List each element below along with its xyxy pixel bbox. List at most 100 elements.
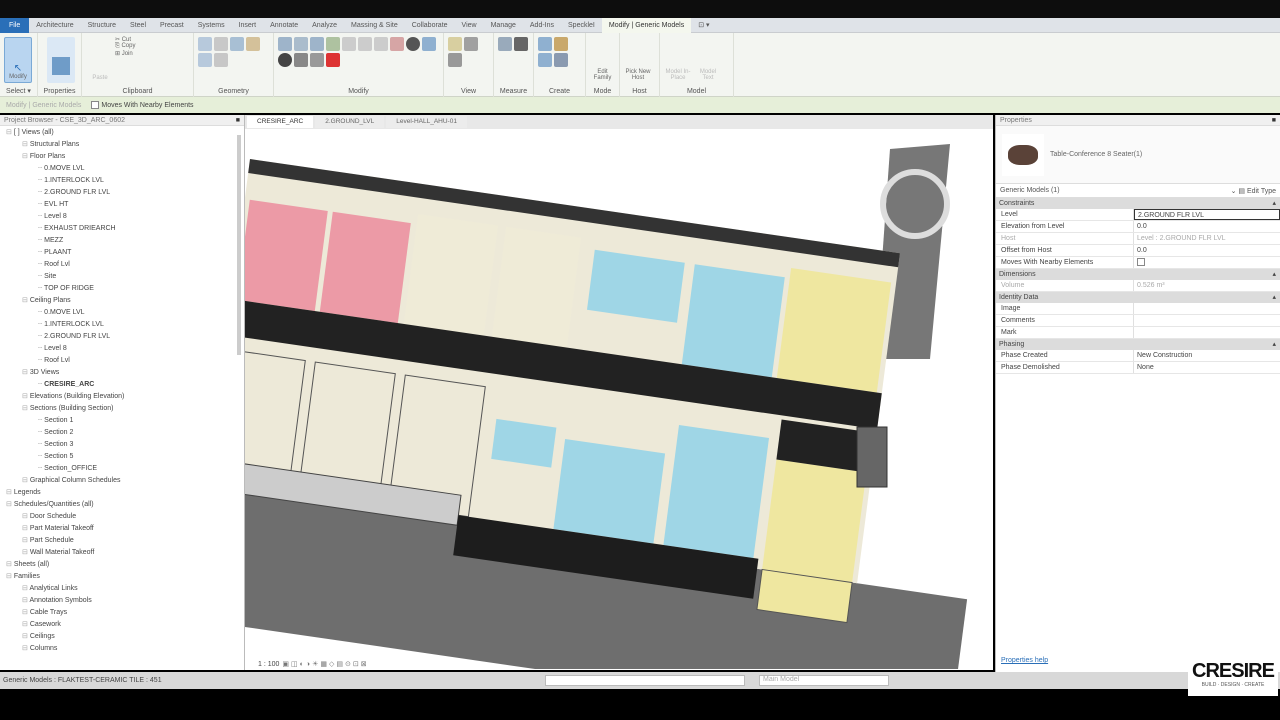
- browser-item[interactable]: ┄ Section 1: [0, 415, 244, 427]
- browser-item[interactable]: ⊟ Structural Plans: [0, 139, 244, 151]
- expand-icon[interactable]: ⊟: [22, 645, 30, 652]
- browser-item[interactable]: ┄ 0.MOVE LVL: [0, 307, 244, 319]
- browser-item[interactable]: ┄ EXHAUST DRIEARCH: [0, 223, 244, 235]
- browser-item[interactable]: ┄ TOP OF RIDGE: [0, 283, 244, 295]
- browser-item[interactable]: ⊟ Elevations (Building Elevation): [0, 391, 244, 403]
- cope-icon[interactable]: [198, 37, 212, 51]
- browser-item[interactable]: ⊟ Analytical Links: [0, 583, 244, 595]
- browser-item[interactable]: ⊟ Part Material Takeoff: [0, 523, 244, 535]
- view-control-icons[interactable]: ▣◫◐◑☀▦◇▤⊙⊡⊠: [282, 660, 368, 668]
- browser-item[interactable]: ┄ 0.MOVE LVL: [0, 163, 244, 175]
- browser-scrollbar[interactable]: [237, 135, 241, 355]
- view-tab[interactable]: CRESIRE_ARC: [247, 116, 314, 128]
- cut-button[interactable]: ✂ Cut: [115, 36, 135, 43]
- property-value[interactable]: 0.526 m³: [1134, 280, 1280, 291]
- scale-icon[interactable]: [390, 37, 404, 51]
- expand-icon[interactable]: ⊟: [22, 621, 30, 628]
- modify-button[interactable]: ↖ Modify: [4, 37, 32, 83]
- expand-icon[interactable]: ⊟: [22, 513, 30, 520]
- browser-item[interactable]: ⊟ Legends: [0, 487, 244, 499]
- collapse-icon[interactable]: ▴: [1272, 339, 1276, 350]
- paint-icon[interactable]: [214, 53, 228, 67]
- override-icon[interactable]: [464, 37, 478, 51]
- browser-item[interactable]: ┄ Site: [0, 271, 244, 283]
- browser-item[interactable]: ┄ Section 3: [0, 439, 244, 451]
- property-value[interactable]: None: [1134, 362, 1280, 373]
- join-geometry-icon[interactable]: [230, 37, 244, 51]
- pin-icon[interactable]: [358, 37, 372, 51]
- create-parts-icon[interactable]: [554, 37, 568, 51]
- collapse-icon[interactable]: ▴: [1272, 198, 1276, 209]
- mirror-draw-icon[interactable]: [326, 37, 340, 51]
- cut-geometry-icon[interactable]: [214, 37, 228, 51]
- expand-icon[interactable]: ⊟: [22, 405, 30, 412]
- browser-item[interactable]: ⊟ Graphical Column Schedules: [0, 475, 244, 487]
- ribbon-tab[interactable]: Steel: [123, 18, 153, 33]
- browser-item[interactable]: ┄ Roof Lvl: [0, 259, 244, 271]
- property-group-header[interactable]: Phasing ▴: [996, 339, 1280, 350]
- ribbon-tab[interactable]: Structure: [81, 18, 123, 33]
- ribbon-tab[interactable]: Systems: [191, 18, 232, 33]
- ribbon-tab[interactable]: Precast: [153, 18, 191, 33]
- view-tab[interactable]: 2.GROUND_LVL: [315, 116, 385, 128]
- collapse-icon[interactable]: ▴: [1272, 269, 1276, 280]
- mirror-icon[interactable]: [310, 37, 324, 51]
- expand-icon[interactable]: ⊟: [22, 633, 30, 640]
- checkbox-icon[interactable]: [1137, 258, 1145, 267]
- instance-filter[interactable]: Generic Models (1) ⌄ ▤ Edit Type: [996, 184, 1280, 198]
- array-icon[interactable]: [310, 53, 324, 67]
- browser-item[interactable]: ┄ Section 5: [0, 451, 244, 463]
- browser-item[interactable]: ⊟ [ ] Views (all): [0, 127, 244, 139]
- wall-joins-icon[interactable]: [246, 37, 260, 51]
- ribbon-tab[interactable]: Insert: [232, 18, 264, 33]
- browser-item[interactable]: ⊟ Floor Plans: [0, 151, 244, 163]
- ribbon-tab[interactable]: Manage: [484, 18, 523, 33]
- copy-button[interactable]: ⎘ Copy: [115, 43, 135, 50]
- panel-label[interactable]: Select ▾: [0, 87, 37, 95]
- browser-item[interactable]: ⊟ Part Schedule: [0, 535, 244, 547]
- ribbon-tab[interactable]: SpeckleI: [561, 18, 602, 33]
- property-value[interactable]: [1134, 257, 1280, 268]
- properties-help-link[interactable]: Properties help: [1001, 657, 1048, 664]
- trim-icon[interactable]: [294, 53, 308, 67]
- move-icon[interactable]: [406, 37, 420, 51]
- linework-icon[interactable]: [448, 53, 462, 67]
- rotate-icon[interactable]: [278, 53, 292, 67]
- paste-button[interactable]: Paste: [86, 37, 114, 83]
- browser-item[interactable]: ┄ Section_OFFICE: [0, 463, 244, 475]
- expand-icon[interactable]: ⊟: [6, 129, 14, 136]
- expand-icon[interactable]: ⊟: [22, 297, 30, 304]
- property-value[interactable]: Level : 2.GROUND FLR LVL: [1134, 233, 1280, 244]
- browser-item[interactable]: ⊟ Sections (Building Section): [0, 403, 244, 415]
- property-value[interactable]: New Construction: [1134, 350, 1280, 361]
- browser-item[interactable]: ⊟ 3D Views: [0, 367, 244, 379]
- hide-icon[interactable]: [448, 37, 462, 51]
- view-scale[interactable]: 1 : 100: [258, 661, 279, 668]
- workset-field[interactable]: [545, 675, 745, 686]
- property-value[interactable]: 0.0: [1134, 221, 1280, 232]
- split-icon[interactable]: [342, 37, 356, 51]
- type-selector[interactable]: Table-Conference 8 Seater(1): [996, 126, 1280, 184]
- ribbon-tab[interactable]: Massing & Site: [344, 18, 405, 33]
- expand-icon[interactable]: ⊟: [22, 141, 30, 148]
- browser-item[interactable]: ⊟ Schedules/Quantities (all): [0, 499, 244, 511]
- ribbon-tab[interactable]: Analyze: [305, 18, 344, 33]
- offset-icon[interactable]: [294, 37, 308, 51]
- join-button[interactable]: ⊞ Join: [115, 50, 135, 57]
- properties-button[interactable]: [47, 37, 75, 83]
- expand-icon[interactable]: ⊟: [22, 525, 30, 532]
- browser-item[interactable]: ⊟ Door Schedule: [0, 511, 244, 523]
- browser-item[interactable]: ┄ CRESIRE_ARC: [0, 379, 244, 391]
- browser-item[interactable]: ┄ 1.INTERLOCK LVL: [0, 175, 244, 187]
- browser-item[interactable]: ⊟ Columns: [0, 643, 244, 655]
- ribbon-tab[interactable]: Annotate: [263, 18, 305, 33]
- browser-item[interactable]: ⊟ Families: [0, 571, 244, 583]
- edit-type-button[interactable]: ⌄ ▤ Edit Type: [1231, 187, 1276, 195]
- moves-with-nearby-checkbox[interactable]: Moves With Nearby Elements: [91, 101, 194, 109]
- create-group-icon[interactable]: [538, 53, 552, 67]
- browser-item[interactable]: ⊟ Sheets (all): [0, 559, 244, 571]
- expand-icon[interactable]: ⊟: [22, 537, 30, 544]
- view-tab[interactable]: Level-HALL_AHU-01: [386, 116, 467, 128]
- browser-item[interactable]: ⊟ Ceiling Plans: [0, 295, 244, 307]
- ribbon-tab[interactable]: Add-Ins: [523, 18, 561, 33]
